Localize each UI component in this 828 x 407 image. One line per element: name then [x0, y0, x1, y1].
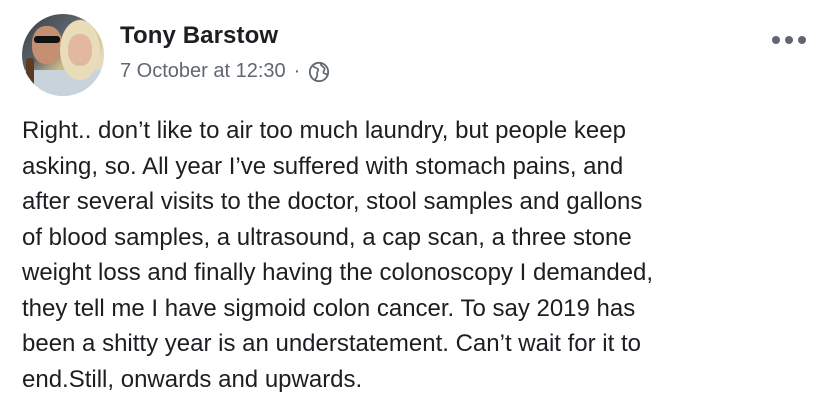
avatar-face-right — [68, 34, 92, 66]
post-card: Tony Barstow 7 October at 12:30 · Right.… — [0, 0, 828, 407]
meta-separator: · — [293, 60, 301, 82]
more-dot — [772, 36, 780, 44]
more-options-icon[interactable] — [772, 32, 806, 48]
author-name[interactable]: Tony Barstow — [120, 22, 278, 50]
avatar-face-left — [32, 26, 62, 64]
avatar-sunglasses — [34, 36, 60, 43]
post-text: Right.. don’t like to air too much laund… — [22, 117, 654, 393]
globe-icon[interactable] — [308, 61, 330, 83]
post-timestamp[interactable]: 7 October at 12:30 — [120, 60, 286, 83]
avatar[interactable] — [22, 14, 104, 96]
avatar-bottle — [26, 58, 34, 92]
more-dot — [785, 36, 793, 44]
post-meta: 7 October at 12:30 · — [120, 60, 330, 83]
more-dot — [798, 36, 806, 44]
